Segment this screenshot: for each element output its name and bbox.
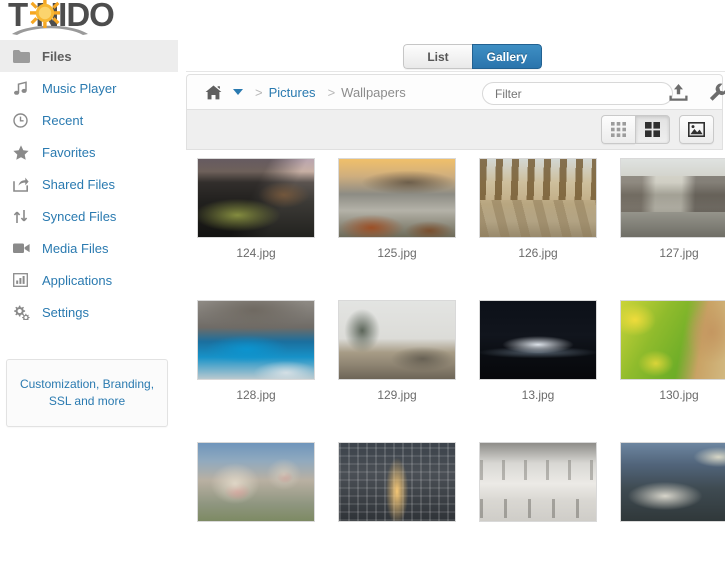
sidebar-item-label: Shared Files bbox=[42, 176, 115, 192]
breadcrumb-separator: > bbox=[327, 84, 336, 100]
gallery-item[interactable] bbox=[479, 442, 597, 530]
home-icon[interactable] bbox=[205, 85, 222, 100]
gallery-item[interactable]: 126.jpg bbox=[479, 158, 597, 260]
file-name: 125.jpg bbox=[377, 246, 417, 260]
tonido-file-manager-window: T NIDO Accou bbox=[0, 0, 725, 566]
gallery-item[interactable] bbox=[620, 442, 725, 530]
thumbnail-city-buildings[interactable] bbox=[338, 442, 456, 522]
grid-2x2-icon bbox=[645, 122, 660, 137]
sidebar-item-label: Synced Files bbox=[42, 208, 117, 224]
breadcrumb-separator: > bbox=[255, 84, 263, 100]
sidebar-item-settings[interactable]: Settings bbox=[0, 296, 178, 328]
tonido-logo[interactable]: T NIDO bbox=[8, 0, 168, 36]
sidebar-item-label: Recent bbox=[42, 112, 84, 128]
slideshow-view-button[interactable] bbox=[679, 115, 714, 144]
content-area: List Gallery > Pictures > Wallpapers Fil… bbox=[178, 0, 725, 566]
thumbnail-foggy-mountains[interactable] bbox=[620, 442, 725, 522]
file-name: 124.jpg bbox=[236, 246, 276, 260]
thumbnail-126[interactable] bbox=[479, 158, 597, 238]
bar-chart-icon bbox=[13, 272, 31, 288]
header-divider bbox=[186, 71, 725, 72]
file-name: 126.jpg bbox=[518, 246, 558, 260]
gallery-item[interactable]: 129.jpg bbox=[338, 300, 456, 402]
gallery-item[interactable] bbox=[338, 442, 456, 530]
gallery-item[interactable]: 127.jpg bbox=[620, 158, 725, 260]
promo-banner[interactable]: Customization, Branding, SSL and more bbox=[6, 359, 168, 427]
gallery-item[interactable] bbox=[197, 442, 315, 530]
gallery-item[interactable]: 13.jpg bbox=[479, 300, 597, 402]
breadcrumb-item-pictures[interactable]: Pictures bbox=[269, 85, 316, 100]
thumbnail-130[interactable] bbox=[620, 300, 725, 380]
sidebar-item-label: Applications bbox=[42, 272, 113, 288]
wrench-icon[interactable] bbox=[709, 83, 725, 107]
gallery-item[interactable]: 125.jpg bbox=[338, 158, 456, 260]
gallery-item[interactable]: 124.jpg bbox=[197, 158, 315, 260]
tab-gallery-view[interactable]: Gallery bbox=[472, 44, 542, 69]
gallery-item[interactable]: 128.jpg bbox=[197, 300, 315, 402]
sidebar-item-files[interactable]: Files bbox=[0, 40, 178, 72]
search-input[interactable] bbox=[482, 82, 673, 105]
sync-arrows-icon bbox=[13, 208, 31, 224]
thumbnail-124[interactable] bbox=[197, 158, 315, 238]
sidebar-item-label: Settings bbox=[42, 304, 89, 320]
upload-icon[interactable] bbox=[669, 83, 688, 107]
video-camera-icon bbox=[13, 240, 31, 256]
gallery-options-toolbar bbox=[186, 110, 723, 150]
thumbnail-127[interactable] bbox=[620, 158, 725, 238]
breadcrumb-toolbar: > Pictures > Wallpapers bbox=[186, 74, 725, 110]
thumbnail-size-buttons bbox=[601, 115, 714, 144]
logo-wordmark: T NIDO bbox=[8, 0, 115, 33]
sidebar-item-recent[interactable]: Recent bbox=[0, 104, 178, 136]
star-icon bbox=[13, 144, 31, 160]
sidebar-item-label: Favorites bbox=[42, 144, 96, 160]
file-name: 128.jpg bbox=[236, 388, 276, 402]
chevron-down-icon[interactable] bbox=[233, 89, 243, 95]
file-name: 13.jpg bbox=[521, 388, 555, 402]
promo-line-1: Customization, Branding, bbox=[19, 377, 155, 391]
large-grid-view-button[interactable] bbox=[635, 115, 670, 144]
sidebar-item-music-player[interactable]: Music Player bbox=[0, 72, 178, 104]
thumbnail-125[interactable] bbox=[338, 158, 456, 238]
sidebar: Files Music Player Recent Favorites Shar bbox=[0, 40, 178, 566]
file-name: 129.jpg bbox=[377, 388, 417, 402]
tab-list-view[interactable]: List bbox=[403, 44, 472, 69]
share-icon bbox=[13, 176, 31, 192]
thumbnail-128[interactable] bbox=[197, 300, 315, 380]
small-grid-view-button[interactable] bbox=[601, 115, 635, 144]
picture-icon bbox=[688, 122, 705, 137]
sidebar-item-label: Music Player bbox=[42, 80, 117, 96]
sidebar-item-applications[interactable]: Applications bbox=[0, 264, 178, 296]
sidebar-item-label: Media Files bbox=[42, 240, 109, 256]
sidebar-item-favorites[interactable]: Favorites bbox=[0, 136, 178, 168]
sidebar-item-media-files[interactable]: Media Files bbox=[0, 232, 178, 264]
clock-icon bbox=[13, 112, 31, 128]
sun-icon bbox=[30, 0, 60, 28]
file-name: 127.jpg bbox=[659, 246, 699, 260]
gallery-item[interactable]: 130.jpg bbox=[620, 300, 725, 402]
sidebar-item-label: Files bbox=[42, 48, 72, 64]
promo-line-2: SSL and more bbox=[48, 394, 126, 408]
grid-3x3-icon bbox=[611, 122, 626, 137]
gears-icon bbox=[13, 304, 31, 320]
file-name: 130.jpg bbox=[659, 388, 699, 402]
folder-icon bbox=[13, 48, 31, 64]
thumbnail-snow-monkeys[interactable] bbox=[197, 442, 315, 522]
breadcrumb-item-wallpapers: Wallpapers bbox=[341, 84, 406, 100]
sidebar-item-shared-files[interactable]: Shared Files bbox=[0, 168, 178, 200]
thumbnail-snow-cars[interactable] bbox=[479, 442, 597, 522]
sidebar-item-synced-files[interactable]: Synced Files bbox=[0, 200, 178, 232]
thumbnail-13[interactable] bbox=[479, 300, 597, 380]
thumbnail-129[interactable] bbox=[338, 300, 456, 380]
music-note-icon bbox=[13, 80, 31, 96]
view-mode-toggle: List Gallery bbox=[403, 44, 542, 69]
